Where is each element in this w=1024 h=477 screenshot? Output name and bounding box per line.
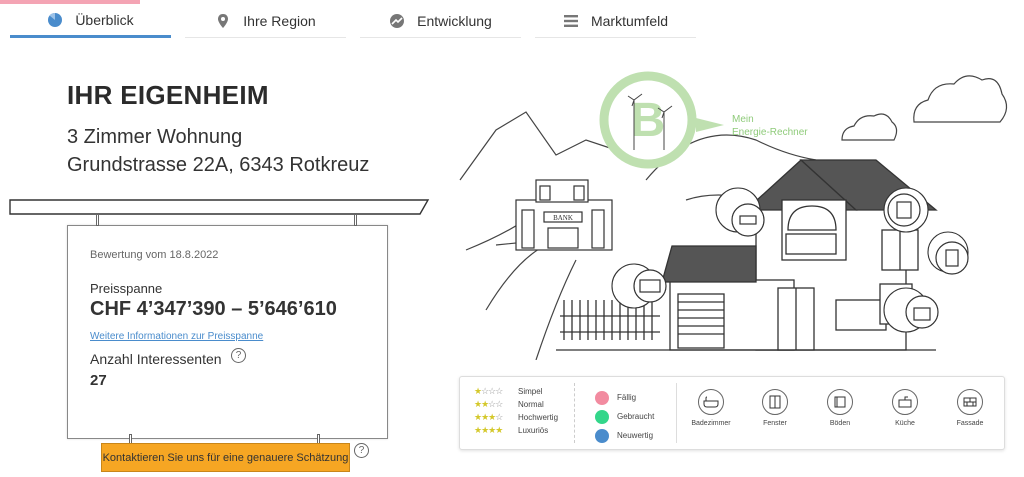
tab-ueberblick[interactable]: Überblick — [10, 4, 171, 38]
category-fenster[interactable]: Fenster — [750, 389, 800, 427]
pie-chart-icon — [48, 12, 63, 27]
status-dot — [595, 390, 609, 405]
tab-bar: Überblick Ihre Region Entwicklung Marktu… — [10, 4, 710, 38]
brick-wall-icon — [957, 389, 983, 415]
bathtub-icon — [698, 389, 724, 415]
status-label: Fällig — [617, 393, 637, 402]
category-label: Fassade — [956, 420, 984, 427]
property-address: Grundstrasse 22A, 6343 Rotkreuz — [67, 154, 370, 176]
trend-icon — [390, 13, 405, 28]
help-icon[interactable]: ? — [231, 348, 246, 363]
category-badezimmer[interactable]: Badezimmer — [686, 389, 736, 427]
divider — [676, 383, 677, 443]
property-type: 3 Zimmer Wohnung — [67, 126, 243, 148]
stars-icon: ★★★☆ — [474, 412, 503, 422]
contact-button[interactable]: Kontaktieren Sie uns für eine genauere S… — [101, 443, 350, 472]
quality-label: Luxuriös — [518, 426, 549, 435]
house-illustration: BANK B Mein Energie-Rechner — [459, 71, 1008, 360]
sign-bar — [9, 199, 430, 215]
stars-icon: ★☆☆☆ — [474, 386, 503, 396]
category-boeden[interactable]: Böden — [815, 389, 865, 427]
category-label: Badezimmer — [691, 420, 731, 427]
status-dot — [595, 409, 609, 424]
valuation-card: Bewertung vom 18.8.2022 Preisspanne CHF … — [67, 225, 388, 439]
price-range-value: CHF 4’347’390 – 5’646’610 — [90, 298, 337, 320]
category-label: Fenster — [763, 420, 787, 427]
quality-row: ★★★★ Luxuriös — [474, 424, 558, 437]
list-icon — [563, 14, 578, 27]
status-label: Gebraucht — [617, 412, 655, 421]
status-legend: Fällig Gebraucht Neuwertig — [595, 388, 654, 445]
page-title: IHR EIGENHEIM — [67, 80, 269, 110]
quality-legend: ★☆☆☆ Simpel ★★☆☆ Normal ★★★☆ Hochwertig … — [474, 385, 558, 437]
tab-entwicklung[interactable]: Entwicklung — [360, 4, 521, 38]
interested-count: 27 — [90, 372, 107, 389]
bank-sign-text: BANK — [553, 214, 573, 222]
category-fassade[interactable]: Fassade — [945, 389, 995, 427]
status-row: Fällig — [595, 388, 654, 407]
category-kueche[interactable]: Küche — [880, 389, 930, 427]
price-range-label: Preisspanne — [90, 281, 163, 296]
kitchen-icon — [892, 389, 918, 415]
category-label: Böden — [829, 420, 851, 427]
legend-panel: ★☆☆☆ Simpel ★★☆☆ Normal ★★★☆ Hochwertig … — [459, 376, 1005, 450]
quality-row: ★★★☆ Hochwertig — [474, 411, 558, 424]
divider — [574, 383, 575, 443]
tab-ihre-region[interactable]: Ihre Region — [185, 4, 346, 38]
valuation-date: Bewertung vom 18.8.2022 — [90, 249, 219, 261]
stars-icon: ★★☆☆ — [474, 399, 503, 409]
status-dot — [595, 428, 609, 443]
tab-marktumfeld[interactable]: Marktumfeld — [535, 4, 696, 38]
quality-label: Simpel — [518, 387, 543, 396]
energy-line1: Mein — [732, 114, 754, 125]
category-label: Küche — [895, 420, 915, 427]
card-hook — [354, 214, 357, 226]
energy-letter: B — [631, 94, 666, 147]
quality-label: Normal — [518, 400, 544, 409]
window-icon — [762, 389, 788, 415]
map-pin-icon — [218, 13, 229, 28]
energy-line2: Energie-Rechner — [732, 127, 808, 138]
energy-calculator-badge[interactable]: B Mein Energie-Rechner — [599, 71, 808, 169]
price-range-info-link[interactable]: Weitere Informationen zur Preisspanne — [90, 331, 263, 342]
tab-label: Entwicklung — [417, 12, 492, 29]
floor-icon — [827, 389, 853, 415]
quality-row: ★☆☆☆ Simpel — [474, 385, 558, 398]
quality-row: ★★☆☆ Normal — [474, 398, 558, 411]
status-row: Gebraucht — [595, 407, 654, 426]
quality-label: Hochwertig — [518, 413, 559, 422]
stars-icon: ★★★★ — [474, 425, 503, 435]
tab-label: Überblick — [75, 11, 134, 28]
interested-label: Anzahl Interessenten — [90, 351, 222, 367]
card-hook — [96, 214, 99, 226]
tab-label: Marktumfeld — [590, 12, 669, 29]
status-label: Neuwertig — [617, 431, 654, 440]
status-row: Neuwertig — [595, 426, 654, 445]
help-icon[interactable]: ? — [354, 443, 369, 458]
tab-label: Ihre Region — [243, 12, 316, 29]
